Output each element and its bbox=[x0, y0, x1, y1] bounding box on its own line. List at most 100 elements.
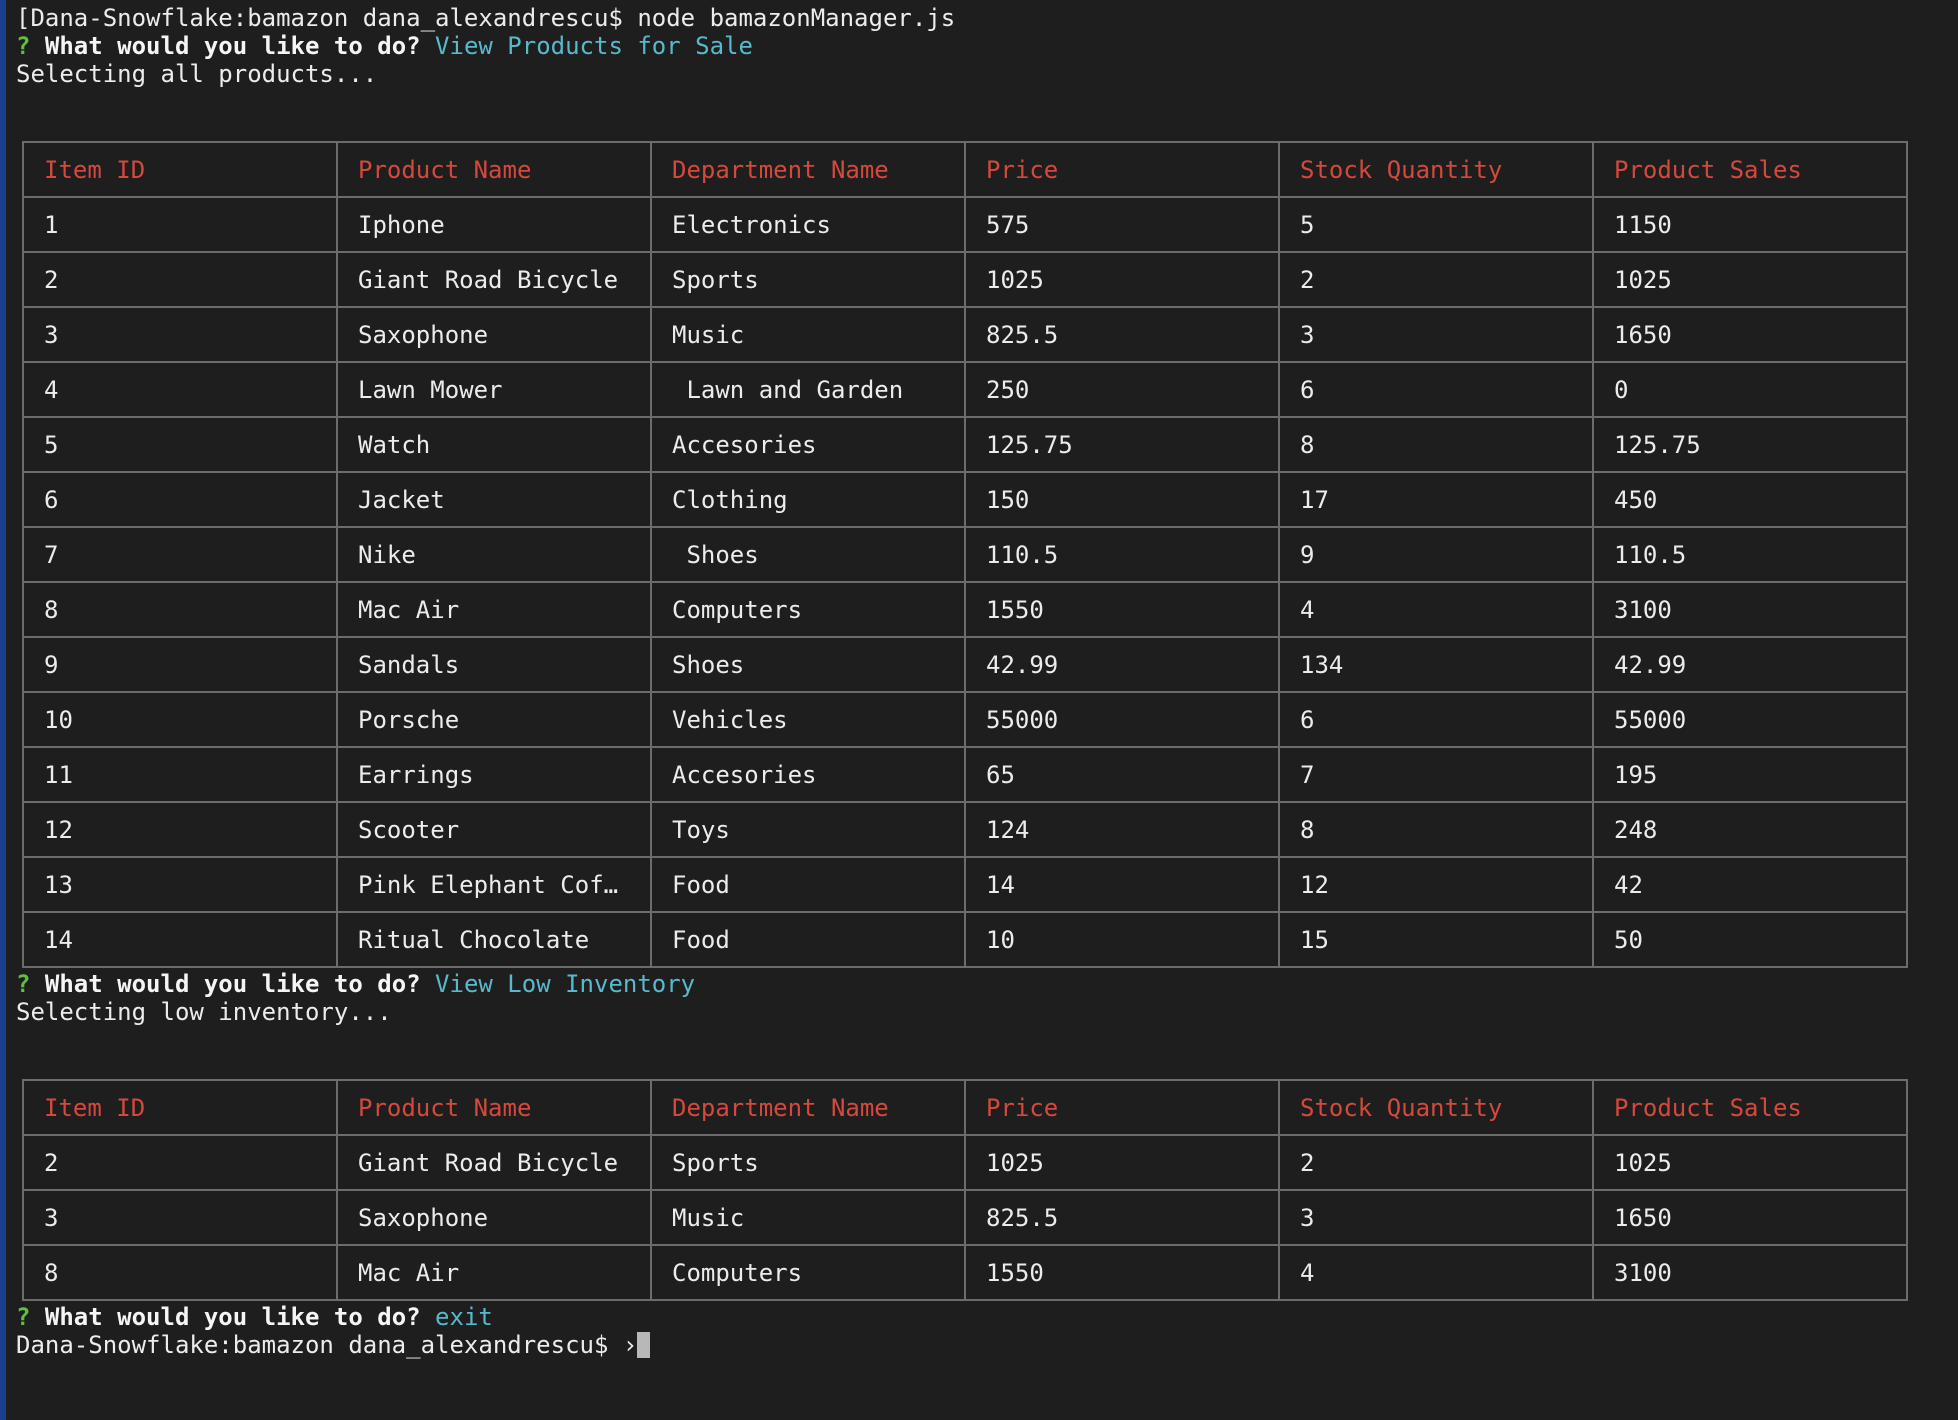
table-row: 7 Nike Shoes 110.5 9 110.5 bbox=[22, 526, 1908, 583]
table-cell: 125.75 bbox=[964, 416, 1280, 473]
table-cell: Music bbox=[650, 1189, 966, 1246]
table-cell: 134 bbox=[1278, 636, 1594, 693]
table-row: 3 Saxophone Music 825.5 3 1650 bbox=[22, 1189, 1908, 1246]
low-inventory-table: Item ID Product Name Department Name Pri… bbox=[22, 1079, 1908, 1301]
products-table: Item ID Product Name Department Name Pri… bbox=[22, 141, 1908, 968]
table-cell: 3100 bbox=[1592, 1244, 1908, 1301]
table-cell: Saxophone bbox=[336, 306, 652, 363]
column-header: Item ID bbox=[22, 1079, 338, 1136]
table-cell: Food bbox=[650, 911, 966, 968]
table-cell: 9 bbox=[1278, 526, 1594, 583]
table-cell: 15 bbox=[1278, 911, 1594, 968]
column-header: Department Name bbox=[650, 1079, 966, 1136]
table-cell: 6 bbox=[22, 471, 338, 528]
question-mark: ? bbox=[16, 1303, 31, 1331]
table-cell: 6 bbox=[1278, 691, 1594, 748]
table-cell: 11 bbox=[22, 746, 338, 803]
table-cell: 9 bbox=[22, 636, 338, 693]
table-cell: 55000 bbox=[1592, 691, 1908, 748]
table-cell: 7 bbox=[1278, 746, 1594, 803]
column-header: Price bbox=[964, 1079, 1280, 1136]
table-cell: 8 bbox=[22, 581, 338, 638]
prompt-answer: exit bbox=[435, 1303, 493, 1331]
table-cell: 1025 bbox=[964, 1134, 1280, 1191]
table-cell: Giant Road Bicycle bbox=[336, 1134, 652, 1191]
table-cell: 42.99 bbox=[1592, 636, 1908, 693]
table-cell: 1025 bbox=[1592, 251, 1908, 308]
table-cell: Electronics bbox=[650, 196, 966, 253]
shell-prompt: Dana-Snowflake:bamazon dana_alexandrescu… bbox=[16, 1331, 638, 1359]
column-header: Product Sales bbox=[1592, 1079, 1908, 1136]
table-cell: 250 bbox=[964, 361, 1280, 418]
table-cell: Shoes bbox=[650, 526, 966, 583]
table-cell: 3100 bbox=[1592, 581, 1908, 638]
table-cell: 12 bbox=[22, 801, 338, 858]
table-cell: Mac Air bbox=[336, 581, 652, 638]
table-cell: 4 bbox=[1278, 581, 1594, 638]
table-cell: 10 bbox=[22, 691, 338, 748]
table-cell: 110.5 bbox=[964, 526, 1280, 583]
table-cell: Sports bbox=[650, 1134, 966, 1191]
table-cell: 1025 bbox=[1592, 1134, 1908, 1191]
prompt-line-exit: ? What would you like to do? exit bbox=[16, 1303, 1946, 1331]
table-cell: 2 bbox=[22, 251, 338, 308]
question-mark: ? bbox=[16, 32, 31, 60]
table-row: 2 Giant Road Bicycle Sports 1025 2 1025 bbox=[22, 251, 1908, 308]
table-cell: Toys bbox=[650, 801, 966, 858]
table-cell: Shoes bbox=[650, 636, 966, 693]
table-cell: 42 bbox=[1592, 856, 1908, 913]
table-row: 1 Iphone Electronics 575 5 1150 bbox=[22, 196, 1908, 253]
table-cell: 150 bbox=[964, 471, 1280, 528]
table-cell: Lawn Mower bbox=[336, 361, 652, 418]
column-header: Product Name bbox=[336, 141, 652, 198]
table-cell: 3 bbox=[22, 306, 338, 363]
text-cursor bbox=[637, 1332, 651, 1358]
products-table-body: 1 Iphone Electronics 575 5 1150 2 Giant Road Bi… bbox=[22, 196, 1908, 968]
table-cell: Sports bbox=[650, 251, 966, 308]
table-cell: Porsche bbox=[336, 691, 652, 748]
table-cell: 5 bbox=[22, 416, 338, 473]
column-header: Department Name bbox=[650, 141, 966, 198]
prompt-answer: View Low Inventory bbox=[435, 970, 696, 998]
status-line: Selecting low inventory... bbox=[16, 998, 392, 1026]
table-cell: 14 bbox=[22, 911, 338, 968]
column-header: Product Sales bbox=[1592, 141, 1908, 198]
table-cell: Music bbox=[650, 306, 966, 363]
table-cell: 17 bbox=[1278, 471, 1594, 528]
shell-prompt-line[interactable]: Dana-Snowflake:bamazon dana_alexandrescu… bbox=[16, 1331, 1946, 1359]
table-row: 14 Ritual Chocolate Food 10 15 50 bbox=[22, 911, 1908, 968]
table-header-row: Item ID Product Name Department Name Pri… bbox=[22, 141, 1908, 198]
table-cell: 1025 bbox=[964, 251, 1280, 308]
table-cell: Sandals bbox=[336, 636, 652, 693]
table-cell: 1150 bbox=[1592, 196, 1908, 253]
table-row: 8 Mac Air Computers 1550 4 3100 bbox=[22, 581, 1908, 638]
low-inventory-table-body: 2 Giant Road Bicycle Sports 1025 2 1025 3 Saxop… bbox=[22, 1134, 1908, 1301]
window-left-edge bbox=[0, 0, 6, 1420]
table-cell: Ritual Chocolate bbox=[336, 911, 652, 968]
table-cell: Computers bbox=[650, 1244, 966, 1301]
table-cell: 825.5 bbox=[964, 1189, 1280, 1246]
table-cell: 42.99 bbox=[964, 636, 1280, 693]
table-cell: Vehicles bbox=[650, 691, 966, 748]
table-cell: 3 bbox=[1278, 1189, 1594, 1246]
table-cell: Accesories bbox=[650, 416, 966, 473]
terminal-output[interactable]: [Dana-Snowflake:bamazon dana_alexandresc… bbox=[16, 4, 1946, 1359]
table-cell: Accesories bbox=[650, 746, 966, 803]
table-cell: 195 bbox=[1592, 746, 1908, 803]
table-cell: Watch bbox=[336, 416, 652, 473]
table-cell: Lawn and Garden bbox=[650, 361, 966, 418]
table-row: 9 Sandals Shoes 42.99 134 42.99 bbox=[22, 636, 1908, 693]
table-cell: 13 bbox=[22, 856, 338, 913]
table-cell: 7 bbox=[22, 526, 338, 583]
prompt-question: What would you like to do? bbox=[44, 1303, 421, 1331]
table-cell: 450 bbox=[1592, 471, 1908, 528]
prompt-line-low-inventory: ? What would you like to do? View Low In… bbox=[16, 970, 1946, 998]
column-header: Price bbox=[964, 141, 1280, 198]
table-cell: Mac Air bbox=[336, 1244, 652, 1301]
table-cell: 3 bbox=[22, 1189, 338, 1246]
table-cell: Earrings bbox=[336, 746, 652, 803]
table-cell: 4 bbox=[1278, 1244, 1594, 1301]
table-cell: 825.5 bbox=[964, 306, 1280, 363]
table-cell: 1550 bbox=[964, 1244, 1280, 1301]
